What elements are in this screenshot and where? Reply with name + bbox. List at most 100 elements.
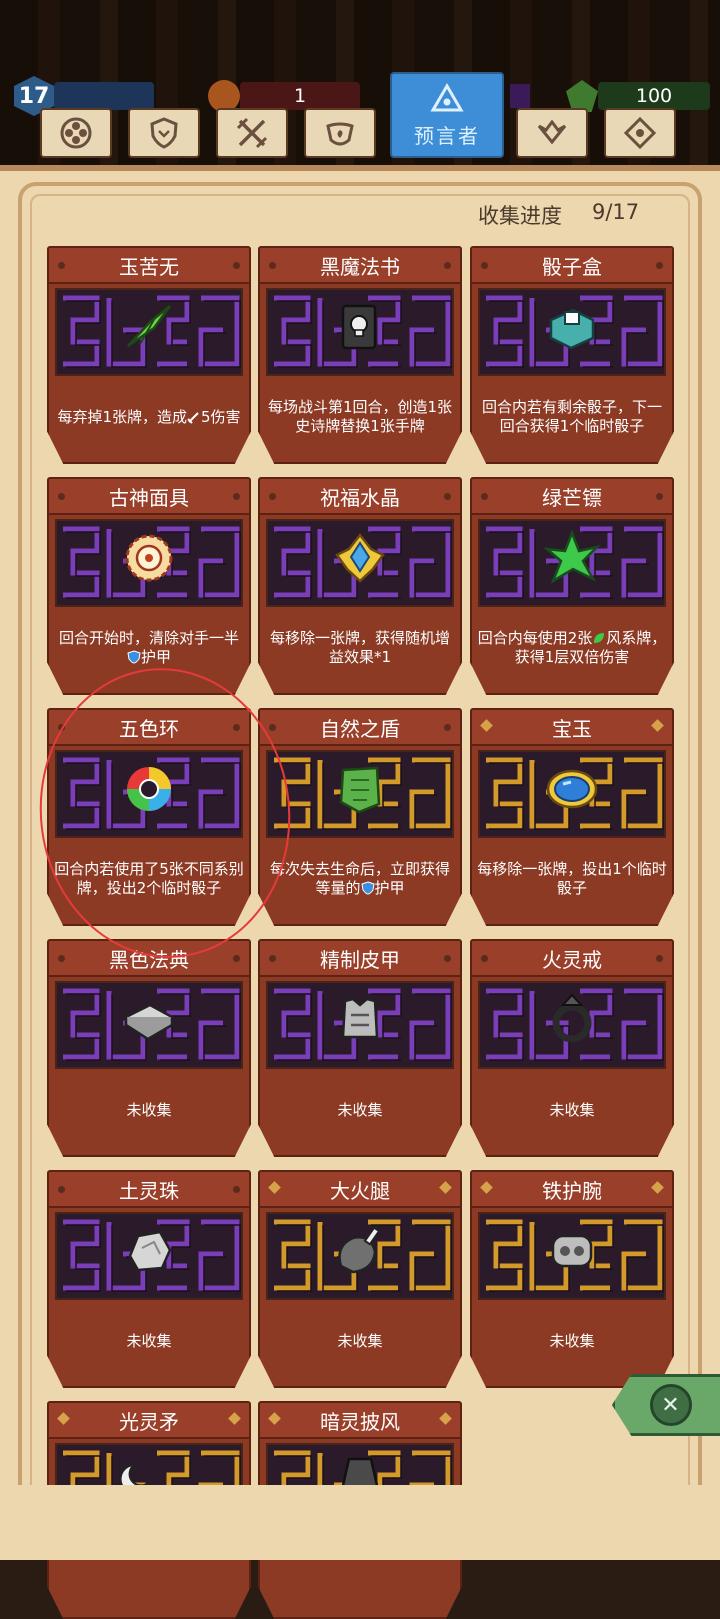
relic-title: 骰子盒	[542, 254, 602, 279]
diamond-eye-icon	[623, 116, 657, 150]
relic-desc-box: 未收集	[476, 1077, 668, 1143]
relic-desc-box: 回合内每使用2张 风系牌，获得1层双倍伤害	[476, 615, 668, 681]
swirl-icon	[326, 122, 354, 146]
relic-title: 绿芒镖	[542, 485, 602, 510]
relic-title: 古神面具	[109, 485, 189, 510]
relic-title: 暗灵披风	[320, 1409, 400, 1434]
relic-title-bar: 自然之盾	[258, 708, 462, 746]
tab-mage[interactable]	[304, 108, 376, 158]
tab-prophet[interactable]: 预言者	[390, 72, 504, 158]
corner-diamond	[651, 1181, 664, 1194]
relic-desc: 每次失去生命后，立即获得等量的 护甲	[269, 860, 450, 897]
corner-diamond	[57, 1412, 70, 1425]
relic-title-bar: 土灵珠	[47, 1170, 251, 1208]
corner-rivet	[481, 955, 488, 962]
corner-diamond	[480, 1181, 493, 1194]
relic-desc-box: 未收集	[476, 1308, 668, 1374]
relic-card[interactable]: 火灵戒 未收集	[470, 939, 674, 1157]
relic-desc: 未收集	[337, 1331, 383, 1350]
relic-card[interactable]: 古神面具回合开始时，清除对手一半护甲	[47, 477, 251, 695]
grey-ham-icon	[331, 1222, 389, 1280]
wings-icon	[537, 119, 567, 145]
relic-title: 铁护腕	[542, 1178, 602, 1203]
relic-card[interactable]: 大火腿 未收集	[258, 1170, 462, 1388]
corner-rivet	[233, 262, 240, 269]
grey-bracer-icon	[543, 1222, 601, 1280]
corner-diamond	[268, 1412, 281, 1425]
corner-rivet	[656, 262, 663, 269]
tab-beast[interactable]	[516, 108, 588, 158]
corner-rivet	[269, 955, 276, 962]
relic-desc-box: 每场战斗第1回合，创造1张史诗牌替换1张手牌	[264, 384, 456, 450]
relic-title-bar: 铁护腕	[470, 1170, 674, 1208]
relic-card[interactable]: 祝福水晶 每移除一张牌，获得随机增益效果*1	[258, 477, 462, 695]
relic-title-bar: 暗灵披风	[258, 1401, 462, 1439]
relic-title: 光灵矛	[119, 1409, 179, 1434]
relic-title: 玉苦无	[119, 254, 179, 279]
armor-shield-icon	[127, 650, 141, 664]
corner-rivet	[481, 493, 488, 500]
triangle-eye-icon	[430, 82, 464, 111]
corner-rivet	[444, 493, 451, 500]
corner-diamond	[268, 1181, 281, 1194]
corner-diamond	[228, 1412, 241, 1425]
wind-leaf-icon	[594, 633, 605, 643]
relic-card[interactable]: 铁护腕 未收集	[470, 1170, 674, 1388]
relic-desc-box: 未收集	[264, 1077, 456, 1143]
progress-value: 9/17	[592, 200, 640, 224]
blue-crystal-icon	[331, 529, 389, 587]
relic-card[interactable]: 土灵珠 未收集	[47, 1170, 251, 1388]
shield-icon	[150, 117, 178, 149]
sun-mask-icon	[120, 529, 178, 587]
corner-rivet	[444, 724, 451, 731]
relic-card[interactable]: 骰子盒回合内若有剩余骰子，下一回合获得1个临时骰子	[470, 246, 674, 464]
corner-rivet	[269, 493, 276, 500]
gem-bar: 100	[598, 82, 710, 110]
close-icon: ✕	[649, 1384, 692, 1426]
green-kunai-icon	[120, 298, 178, 356]
relic-title-bar: 宝玉	[470, 708, 674, 746]
tab-mystic[interactable]	[604, 108, 676, 158]
tab-general[interactable]	[40, 108, 112, 158]
grey-orb-icon	[120, 1222, 178, 1280]
relic-card[interactable]: 黑色法典 未收集	[47, 939, 251, 1157]
corner-rivet	[656, 493, 663, 500]
leaf-shield-icon	[331, 760, 389, 818]
relic-desc: 回合开始时，清除对手一半护甲	[58, 629, 239, 666]
relic-title: 土灵珠	[119, 1178, 179, 1203]
green-star-icon	[543, 529, 601, 587]
close-button[interactable]: ✕	[612, 1374, 720, 1436]
relic-desc: 未收集	[549, 1331, 595, 1350]
gold-value: 1	[293, 85, 307, 107]
panel-bottom	[0, 1485, 720, 1560]
relic-card[interactable]: 宝玉 每移除一张牌，投出1个临时骰子	[470, 708, 674, 926]
dice-box-icon	[543, 298, 601, 356]
relic-title-bar: 古神面具	[47, 477, 251, 515]
corner-rivet	[58, 262, 65, 269]
relic-title: 大火腿	[330, 1178, 390, 1203]
gem-value: 100	[635, 85, 673, 107]
relic-title-bar: 骰子盒	[470, 246, 674, 284]
crossed-swords-icon	[236, 117, 268, 149]
corner-diamond	[439, 1181, 452, 1194]
relic-desc: 未收集	[549, 1100, 595, 1119]
relic-title-bar: 玉苦无	[47, 246, 251, 284]
relic-title: 火灵戒	[542, 947, 602, 972]
corner-rivet	[656, 955, 663, 962]
corner-rivet	[233, 1186, 240, 1193]
relic-card[interactable]: 绿芒镖回合内每使用2张 风系牌，获得1层双倍伤害	[470, 477, 674, 695]
tab-ranger[interactable]	[216, 108, 288, 158]
class-tabs: 预言者	[40, 72, 680, 160]
relic-card[interactable]: 黑魔法书 每场战斗第1回合，创造1张史诗牌替换1张手牌	[258, 246, 462, 464]
grey-ring-icon	[543, 991, 601, 1049]
corner-diamond	[439, 1412, 452, 1425]
gold-bar: 1	[240, 82, 360, 110]
relic-title-bar: 火灵戒	[470, 939, 674, 977]
relic-card[interactable]: 精制皮甲 未收集	[258, 939, 462, 1157]
relic-title-bar: 精制皮甲	[258, 939, 462, 977]
relic-desc-box: 每次失去生命后，立即获得等量的 护甲	[264, 846, 456, 912]
stat-bar-purple	[510, 84, 530, 108]
tab-warrior[interactable]	[128, 108, 200, 158]
relic-card[interactable]: 玉苦无 每弃掉1张牌，造成 5伤害	[47, 246, 251, 464]
relic-desc: 回合内若有剩余骰子，下一回合获得1个临时骰子	[481, 398, 662, 435]
